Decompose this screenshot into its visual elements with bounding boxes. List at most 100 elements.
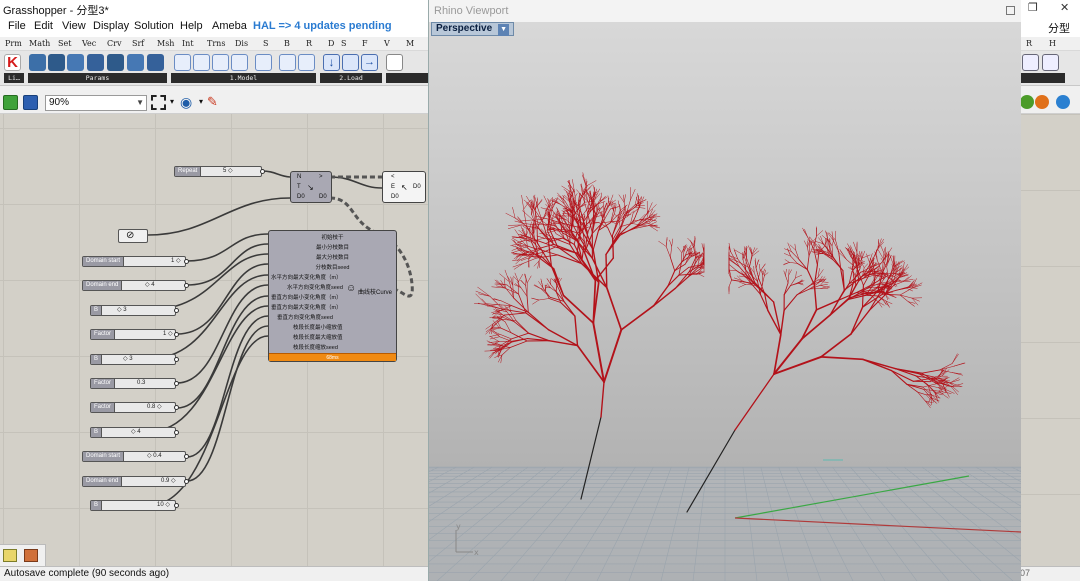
output-grip[interactable]: [174, 357, 179, 362]
zoom-select[interactable]: 90% ▼: [45, 95, 147, 111]
menu-help[interactable]: Help: [180, 20, 203, 32]
tab-s[interactable]: S: [263, 39, 268, 48]
tab-int[interactable]: Int: [182, 39, 194, 48]
chevron-down-icon[interactable]: ▾: [199, 97, 203, 106]
repeat-slider[interactable]: Repeat 5 ◇: [174, 166, 265, 177]
domain-end-slider[interactable]: Domain end ◇ 4: [82, 280, 189, 291]
preview-icon[interactable]: [1020, 95, 1034, 109]
pencil-icon-1[interactable]: [279, 54, 296, 71]
tab-dis[interactable]: Dis: [235, 39, 248, 48]
curve-param[interactable]: ⊘: [118, 229, 148, 243]
integer-slider[interactable]: B ◇ 4: [90, 427, 179, 438]
kangaroo-icon[interactable]: K: [4, 54, 21, 71]
output-grip[interactable]: [174, 332, 179, 337]
brush-icon[interactable]: ✎: [207, 94, 218, 110]
open-file-icon[interactable]: [3, 95, 18, 110]
domain-start-slider[interactable]: Domain start 1 ◇: [82, 256, 189, 267]
load-right-arrow-icon[interactable]: →: [361, 54, 378, 71]
save-icon[interactable]: [23, 95, 38, 110]
chevron-down-icon[interactable]: ▾: [170, 97, 174, 106]
tab-m[interactable]: M: [406, 39, 414, 48]
output-grip[interactable]: [184, 454, 189, 459]
tab-vec[interactable]: Vec: [82, 39, 96, 48]
output-grip[interactable]: [184, 283, 189, 288]
tab-srf[interactable]: Srf: [132, 39, 144, 48]
grasshopper-canvas-right[interactable]: [1020, 114, 1080, 566]
grasshopper-canvas[interactable]: Repeat 5 ◇ N T D0 > D0 ↘ < E D0 D0 ↖ ⊘ 初…: [0, 114, 430, 566]
ribbon-group-model[interactable]: 1.Model: [171, 73, 316, 83]
tab-math[interactable]: Math: [29, 39, 50, 48]
shaded-icon[interactable]: [1035, 95, 1049, 109]
output-grip[interactable]: [174, 405, 179, 410]
tab-v[interactable]: V: [384, 39, 390, 48]
tab-set[interactable]: Set: [58, 39, 71, 48]
menu-file[interactable]: File: [8, 20, 26, 32]
load-arrow-icon[interactable]: ↓: [323, 54, 340, 71]
sphere-icon[interactable]: [1056, 95, 1070, 109]
ribbon-group-load[interactable]: 2.Load: [320, 73, 382, 83]
tab-crv[interactable]: Crv: [107, 39, 121, 48]
restore-icon[interactable]: ❐: [1028, 1, 1038, 14]
output-grip[interactable]: [260, 169, 265, 174]
param-icon-5[interactable]: [107, 54, 124, 71]
tab-r[interactable]: R: [306, 39, 312, 48]
maximize-icon[interactable]: [1006, 6, 1015, 15]
right-tool-icon-2[interactable]: [1042, 54, 1059, 71]
tab-prm[interactable]: Prm: [5, 39, 22, 48]
ribbon-group-extra[interactable]: [386, 73, 428, 83]
model-icon-3[interactable]: [212, 54, 229, 71]
param-icon-7[interactable]: [147, 54, 164, 71]
integer-slider[interactable]: B ◇ 3: [90, 354, 179, 365]
output-grip[interactable]: [174, 503, 179, 508]
notes-icon[interactable]: [3, 549, 17, 562]
menu-edit[interactable]: Edit: [34, 20, 53, 32]
factor-slider[interactable]: Factor 0.3: [90, 378, 179, 389]
output-grip[interactable]: [184, 259, 189, 264]
load-icon-2[interactable]: [342, 54, 359, 71]
right-tool-icon-1[interactable]: [1022, 54, 1039, 71]
branch-generator-component[interactable]: 初始枝干 最小分枝数目 最大分枝数目 分枝数目seed 水平方向最大变化角度（m…: [268, 230, 397, 362]
output-grip[interactable]: [174, 308, 179, 313]
tab-h-right[interactable]: H: [1049, 39, 1056, 48]
tab-s2[interactable]: S: [341, 39, 346, 48]
integer-slider[interactable]: B 10 ◇: [90, 500, 179, 511]
tab-r-right[interactable]: R: [1026, 39, 1032, 48]
output-grip[interactable]: [174, 430, 179, 435]
tab-b[interactable]: B: [284, 39, 290, 48]
model-icon-4[interactable]: [231, 54, 248, 71]
domain-end-slider[interactable]: Domain end 0.9 ◇: [82, 476, 189, 487]
loop-end-component[interactable]: < E D0 D0 ↖: [382, 171, 426, 203]
palette-icon[interactable]: [24, 549, 38, 562]
loop-start-component[interactable]: N T D0 > D0 ↘: [290, 171, 332, 203]
hal-updates-link[interactable]: HAL => 4 updates pending: [253, 20, 392, 32]
param-icon-2[interactable]: [48, 54, 65, 71]
tab-msh[interactable]: Msh: [157, 39, 174, 48]
menu-display[interactable]: Display: [93, 20, 129, 32]
tab-d[interactable]: D: [328, 39, 334, 48]
model-icon-1[interactable]: [174, 54, 191, 71]
output-grip[interactable]: [184, 479, 189, 484]
model-icon-5[interactable]: [255, 54, 272, 71]
zoom-extents-icon[interactable]: [151, 95, 166, 110]
close-icon[interactable]: ✕: [1060, 1, 1069, 14]
menu-ameba[interactable]: Ameba: [212, 20, 247, 32]
domain-start-slider[interactable]: Domain start ◇ 0.4: [82, 451, 189, 462]
param-icon-3[interactable]: [67, 54, 84, 71]
param-icon-1[interactable]: [29, 54, 46, 71]
ribbon-group-right[interactable]: [1020, 73, 1065, 83]
factor-slider[interactable]: Factor 1 ◇: [90, 329, 179, 340]
factor-slider[interactable]: Factor 0.8 ◇: [90, 402, 179, 413]
param-icon-6[interactable]: [127, 54, 144, 71]
menu-view[interactable]: View: [62, 20, 86, 32]
ribbon-group-params[interactable]: Params: [28, 73, 167, 83]
eye-icon[interactable]: ◉: [180, 94, 192, 111]
menu-solution[interactable]: Solution: [134, 20, 174, 32]
pencil-icon-2[interactable]: [298, 54, 315, 71]
extra-icon[interactable]: [386, 54, 403, 71]
tab-trns[interactable]: Trns: [207, 39, 225, 48]
param-icon-4[interactable]: [87, 54, 104, 71]
perspective-viewport[interactable]: Perspective ▼ y x: [429, 22, 1021, 581]
integer-slider[interactable]: B ◇ 3: [90, 305, 179, 316]
tab-f[interactable]: F: [362, 39, 368, 48]
model-icon-2[interactable]: [193, 54, 210, 71]
